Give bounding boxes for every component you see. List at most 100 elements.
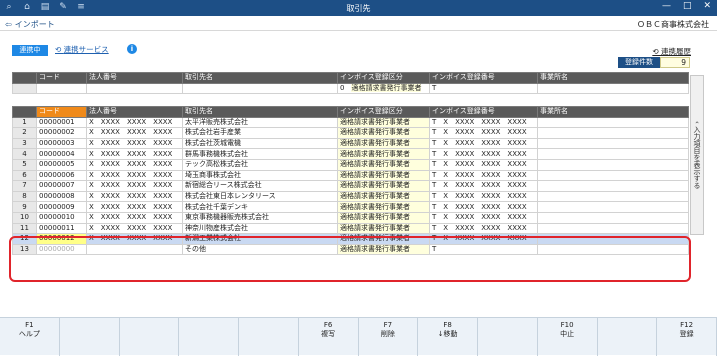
kubun-cell[interactable]: 適格請求書発行事業者 xyxy=(337,222,430,235)
code-cell[interactable]: 00000003 xyxy=(36,137,87,150)
code-cell[interactable]: 00000001 xyxy=(36,116,87,129)
maximize-icon[interactable]: □ xyxy=(683,1,692,11)
name-cell[interactable]: 太平洋販売株式会社 xyxy=(182,116,338,129)
name-cell[interactable]: 東京事務機器販売株式会社 xyxy=(182,211,338,224)
kubun-cell[interactable]: 適格請求書発行事業者 xyxy=(337,137,430,150)
table-row[interactable]: 11 00000011 X XXXX XXXX XXXX 神奈川物産株式会社 適格請求書… xyxy=(12,222,689,235)
name-cell[interactable]: 株式会社千葉デンキ xyxy=(182,201,338,213)
reg-number-cell[interactable]: T X XXXX XXXX XXXX xyxy=(429,180,538,192)
fkey-10[interactable]: F10 中止 xyxy=(538,318,598,356)
corp-number-cell[interactable]: X XXXX XXXX XXXX xyxy=(86,180,183,192)
col-office[interactable]: 事業所名 xyxy=(537,72,689,84)
table-row[interactable]: 8 00000008 X XXXX XXXX XXXX 株式会社東日本レンタリース 適格… xyxy=(12,190,689,203)
code-cell[interactable]: 00000009 xyxy=(36,201,87,213)
name-cell[interactable]: テック高松株式会社 xyxy=(182,158,338,171)
office-cell[interactable] xyxy=(537,148,689,160)
table-row[interactable]: 3 00000003 X XXXX XXXX XXXX 株式会社茨城電機 適格請求書発行… xyxy=(12,137,689,150)
code-cell[interactable]: 00000002 xyxy=(36,127,87,139)
name-cell[interactable]: 埼玉商事株式会社 xyxy=(182,169,338,182)
reg-number-cell[interactable]: T X XXXX XXXX XXXX xyxy=(429,137,538,150)
reg-number-cell[interactable]: T X XXXX XXXX XXXX xyxy=(429,116,538,129)
fkey-9[interactable] xyxy=(478,318,538,356)
office-cell[interactable] xyxy=(537,180,689,192)
fkey-4[interactable] xyxy=(179,318,239,356)
fkey-12[interactable]: F12 登録 xyxy=(657,318,717,356)
code-cell[interactable]: 00000008 xyxy=(36,190,87,203)
mode-badge[interactable]: 連携中 xyxy=(12,45,48,56)
col-name[interactable]: 取引先名 xyxy=(182,72,338,84)
corp-number-cell[interactable]: X XXXX XXXX XXXX xyxy=(86,127,183,139)
name-cell[interactable]: 株式会社茨城電機 xyxy=(182,137,338,150)
name-cell[interactable]: 新宿総合リース株式会社 xyxy=(182,180,338,192)
show-fields-panel[interactable]: ‹ 入力項目を表示する xyxy=(690,75,704,235)
corp-number-cell[interactable]: X XXXX XXXX XXXX xyxy=(86,222,183,235)
name-cell[interactable]: 神奈川物産株式会社 xyxy=(182,222,338,235)
reg-number-cell[interactable]: T X XXXX XXXX XXXX xyxy=(429,169,538,182)
col-office[interactable]: 事業所名 xyxy=(537,106,689,118)
office-cell[interactable] xyxy=(537,158,689,171)
kubun-cell[interactable]: 適格請求書発行事業者 xyxy=(337,190,430,203)
reg-number-cell[interactable]: T X XXXX XXXX XXXX xyxy=(429,158,538,171)
code-cell[interactable]: 00000006 xyxy=(36,169,87,182)
code-cell[interactable]: 00000004 xyxy=(36,148,87,160)
col-reg[interactable]: インボイス登録番号 xyxy=(429,106,538,118)
code-cell[interactable]: 00000007 xyxy=(36,180,87,192)
col-kubun[interactable]: インボイス登録区分 xyxy=(337,106,430,118)
fkey-1[interactable]: F1 ヘルプ xyxy=(0,318,60,356)
fkey-2[interactable] xyxy=(60,318,120,356)
col-code[interactable]: コード xyxy=(36,72,87,84)
history-link[interactable]: ⟲ 連携履歴 xyxy=(652,46,691,57)
info-icon[interactable]: i xyxy=(127,44,137,54)
fkey-8[interactable]: F8 ↓移動 xyxy=(418,318,478,356)
table-row[interactable]: 9 00000009 X XXXX XXXX XXXX 株式会社千葉デンキ 適格請求書発… xyxy=(12,201,689,213)
col-reg[interactable]: インボイス登録番号 xyxy=(429,72,538,84)
corp-number-cell[interactable]: X XXXX XXXX XXXX xyxy=(86,148,183,160)
col-code[interactable]: コード xyxy=(36,106,87,118)
table-row[interactable]: 4 00000004 X XXXX XXXX XXXX 群馬事務機株式会社 適格請求書発… xyxy=(12,148,689,160)
corp-number-cell[interactable]: X XXXX XXXX XXXX xyxy=(86,211,183,224)
kubun-cell[interactable]: 適格請求書発行事業者 xyxy=(337,116,430,129)
office-cell[interactable] xyxy=(537,169,689,182)
import-tab[interactable]: ⇦ インポート xyxy=(5,19,55,30)
table-row[interactable]: 5 00000005 X XXXX XXXX XXXX テック高松株式会社 適格請求書発… xyxy=(12,158,689,171)
reg-number-cell[interactable]: T X XXXX XXXX XXXX xyxy=(429,127,538,139)
office-cell[interactable] xyxy=(537,222,689,235)
office-cell[interactable] xyxy=(537,137,689,150)
table-row[interactable]: 1 00000001 X XXXX XXXX XXXX 太平洋販売株式会社 適格請求書発… xyxy=(12,116,689,129)
reg-number-cell[interactable]: T X XXXX XXXX XXXX xyxy=(429,190,538,203)
col-kubun[interactable]: インボイス登録区分 xyxy=(337,72,430,84)
col-name[interactable]: 取引先名 xyxy=(182,106,338,118)
kubun-cell[interactable]: 適格請求書発行事業者 xyxy=(337,180,430,192)
corp-number-cell[interactable]: X XXXX XXXX XXXX xyxy=(86,201,183,213)
corp-number-cell[interactable]: X XXXX XXXX XXXX xyxy=(86,116,183,129)
corp-number-cell[interactable]: X XXXX XXXX XXXX xyxy=(86,137,183,150)
reg-number-cell[interactable]: T X XXXX XXXX XXXX xyxy=(429,148,538,160)
corp-number-cell[interactable]: X XXXX XXXX XXXX xyxy=(86,190,183,203)
code-cell[interactable]: 00000005 xyxy=(36,158,87,171)
name-cell[interactable]: 株式会社東日本レンタリース xyxy=(182,190,338,203)
reg-number-cell[interactable]: T X XXXX XXXX XXXX xyxy=(429,211,538,224)
kubun-cell[interactable]: 適格請求書発行事業者 xyxy=(337,158,430,171)
kubun-cell[interactable]: 適格請求書発行事業者 xyxy=(337,148,430,160)
col-corp[interactable]: 法人番号 xyxy=(86,72,183,84)
code-cell[interactable]: 00000011 xyxy=(36,222,87,235)
name-cell[interactable]: 群馬事務機株式会社 xyxy=(182,148,338,160)
service-link[interactable]: ⟲ 連携サービス xyxy=(55,44,109,55)
fkey-6[interactable]: F6 複写 xyxy=(299,318,359,356)
corp-number-cell[interactable]: X XXXX XXXX XXXX xyxy=(86,158,183,171)
table-row[interactable]: 7 00000007 X XXXX XXXX XXXX 新宿総合リース株式会社 適格請求… xyxy=(12,180,689,192)
kubun-cell[interactable]: 適格請求書発行事業者 xyxy=(337,201,430,213)
fkey-3[interactable] xyxy=(120,318,180,356)
summary-kubun[interactable]: 0 適格請求書発行事業者 xyxy=(337,82,430,95)
code-cell[interactable]: 00000010 xyxy=(36,211,87,224)
fkey-11[interactable] xyxy=(598,318,658,356)
summary-t[interactable]: T xyxy=(429,82,538,95)
fkey-7[interactable]: F7 削除 xyxy=(359,318,419,356)
office-cell[interactable] xyxy=(537,190,689,203)
reg-number-cell[interactable]: T X XXXX XXXX XXXX xyxy=(429,201,538,213)
table-row[interactable]: 6 00000006 X XXXX XXXX XXXX 埼玉商事株式会社 適格請求書発行… xyxy=(12,169,689,182)
minimize-icon[interactable]: — xyxy=(662,1,671,11)
corp-number-cell[interactable]: X XXXX XXXX XXXX xyxy=(86,169,183,182)
office-cell[interactable] xyxy=(537,211,689,224)
reg-number-cell[interactable]: T X XXXX XXXX XXXX xyxy=(429,222,538,235)
